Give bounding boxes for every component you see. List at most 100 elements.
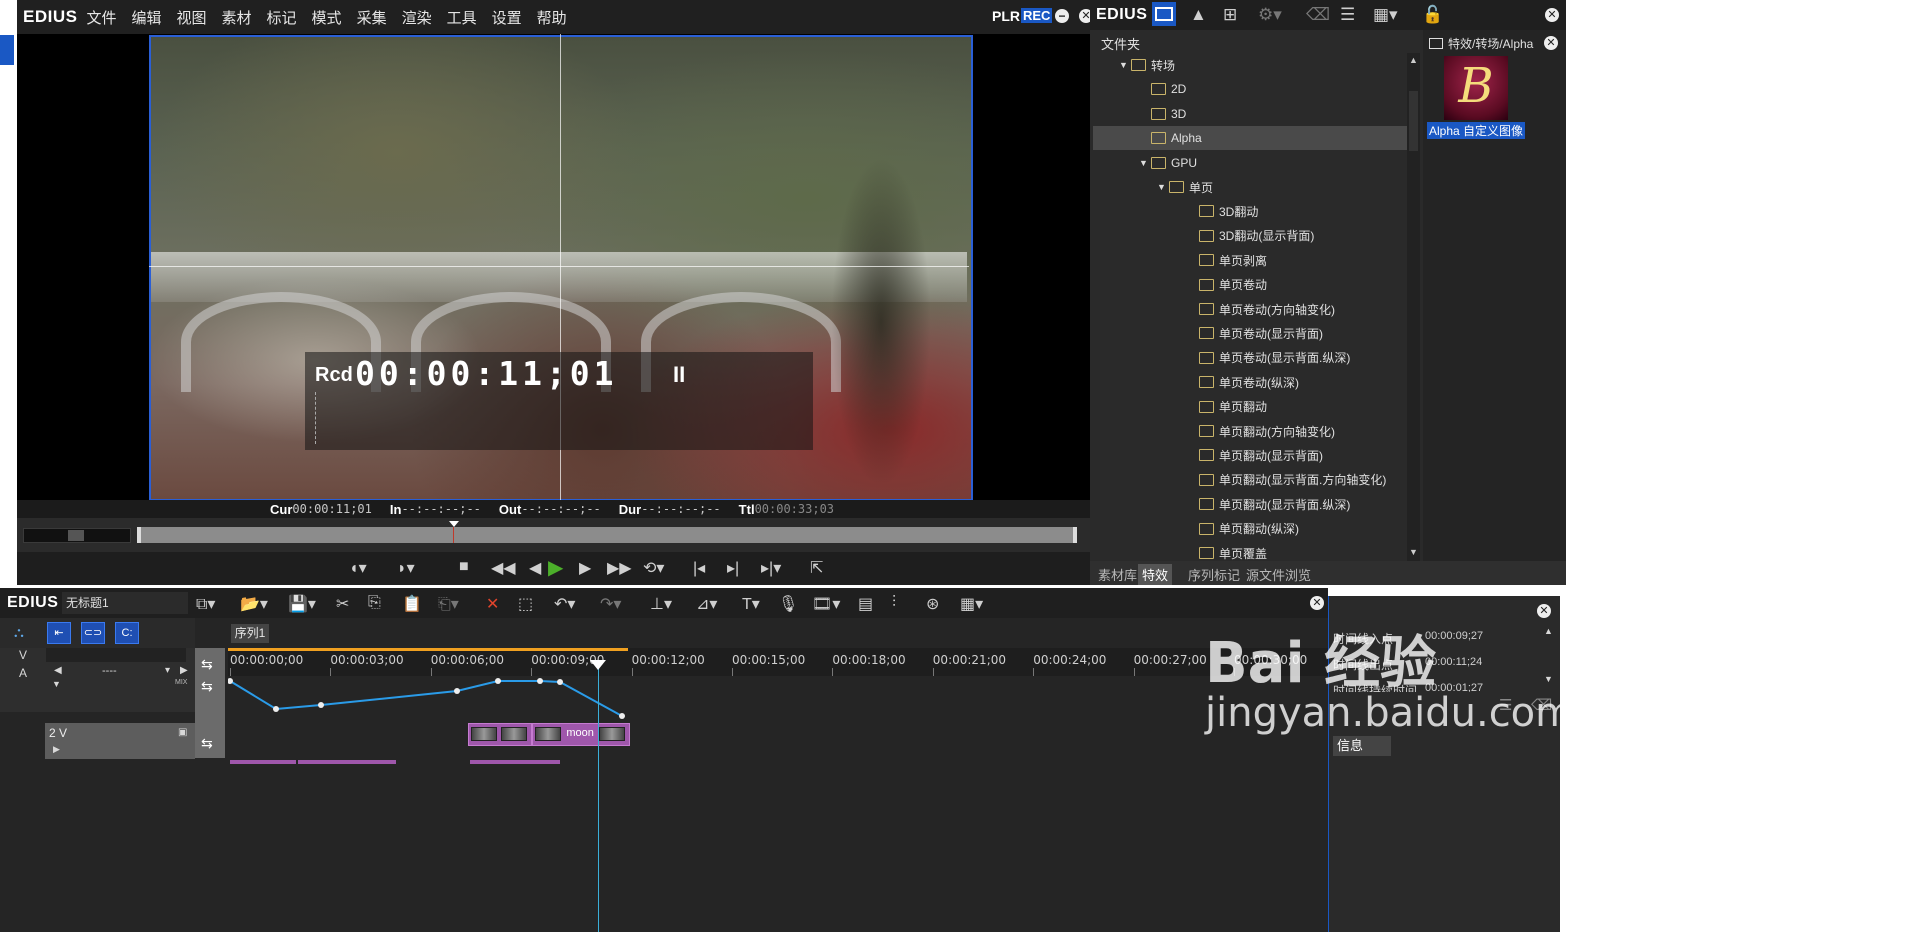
folder-view-icon[interactable] — [1152, 2, 1176, 26]
export-icon[interactable]: ⇱ — [810, 558, 823, 578]
new-sequence-icon[interactable]: ⧉▾ — [196, 594, 215, 614]
track-header-2v[interactable]: 2 V ▣ ▶ — [45, 723, 195, 759]
alpha-effect-caption[interactable]: Alpha 自定义图像 — [1427, 122, 1526, 139]
expand-arrow-icon[interactable]: ▼ — [1119, 60, 1131, 70]
trim-icon[interactable]: ⊿▾ — [696, 594, 717, 614]
stop-icon[interactable]: ■ — [459, 558, 469, 576]
tree-item[interactable]: 单页覆盖 — [1093, 541, 1407, 561]
open-project-icon[interactable]: 📂▾ — [240, 594, 268, 614]
tree-item[interactable]: 单页翻动 — [1093, 395, 1407, 419]
tree-item[interactable]: 单页卷动(方向轴变化) — [1093, 297, 1407, 321]
settings-icon[interactable]: ⚙▾ — [1258, 5, 1282, 25]
rewind-icon[interactable]: ◀◀ — [491, 558, 516, 578]
alpha-effect-thumbnail[interactable]: B — [1444, 56, 1508, 120]
tab-sequence-markers[interactable]: 序列标记 — [1184, 564, 1244, 585]
paste-attributes-icon[interactable]: ⎗▾ — [438, 594, 459, 614]
color-icon[interactable]: ⊛ — [926, 594, 939, 614]
timeline-close-icon[interactable]: ✕ — [1310, 596, 1324, 610]
redo-icon[interactable]: ↷▾ — [600, 594, 621, 614]
tree-item[interactable]: 2D — [1093, 77, 1407, 101]
copy-icon[interactable]: ⎘ — [368, 594, 381, 612]
ripple-mode-icon[interactable]: C: — [115, 622, 139, 644]
audio-mixer-icon[interactable]: ⫶ — [892, 594, 896, 612]
info-scroll-down-icon[interactable]: ▼ — [1544, 674, 1553, 684]
menu-settings[interactable]: 设置 — [492, 7, 522, 28]
menu-edit[interactable]: 编辑 — [131, 7, 161, 28]
keyframe-rubberband[interactable] — [228, 676, 628, 726]
scroll-down-icon[interactable]: ▼ — [1409, 547, 1418, 557]
v-patch-field[interactable] — [46, 648, 186, 662]
triangle-icon[interactable]: ▲ — [1190, 5, 1207, 25]
menu-view[interactable]: 视图 — [177, 7, 207, 28]
sync-mode-icon[interactable]: ⛬ — [14, 624, 24, 641]
pane-close-icon[interactable]: ✕ — [1544, 36, 1558, 50]
timeline-clip-moon[interactable]: moon — [532, 723, 630, 746]
undo-icon[interactable]: ↶▾ — [554, 594, 575, 614]
playhead-line[interactable] — [598, 660, 599, 932]
group-link-icon[interactable]: ⊂⊃ — [81, 622, 105, 644]
tree-scroll-thumb[interactable] — [1409, 91, 1418, 151]
info-close-icon[interactable]: ✕ — [1537, 604, 1551, 618]
menu-mode[interactable]: 模式 — [312, 7, 342, 28]
tree-item[interactable]: ▼ 单页 — [1093, 175, 1407, 199]
layout-icon[interactable]: ▦▾ — [960, 594, 983, 614]
menu-file[interactable]: 文件 — [86, 7, 116, 28]
timeline-clip[interactable] — [468, 723, 532, 746]
shuttle-slider[interactable] — [23, 528, 131, 543]
preview-monitor[interactable]: Rcd 00:00:11;01 II — [17, 34, 1090, 501]
lower-clip[interactable] — [470, 760, 560, 764]
paste-icon[interactable]: 📋 — [402, 594, 422, 614]
tree-item[interactable]: ▼ 转场 — [1093, 53, 1407, 77]
menu-clip[interactable]: 素材 — [222, 7, 252, 28]
tree-item[interactable]: 单页卷动(显示背面) — [1093, 321, 1407, 345]
lower-clip[interactable] — [298, 760, 396, 764]
tree-item[interactable]: 3D — [1093, 102, 1407, 126]
tree-item[interactable]: 单页剥离 — [1093, 248, 1407, 272]
grid-view-icon[interactable]: ▦▾ — [1373, 5, 1398, 25]
position-marker[interactable] — [449, 521, 459, 527]
lower-clip[interactable] — [230, 760, 296, 764]
save-project-icon[interactable]: 💾▾ — [288, 594, 316, 614]
loop-play-icon[interactable]: ⟲▾ — [643, 558, 664, 578]
tree-item[interactable]: 单页翻动(纵深) — [1093, 517, 1407, 541]
tree-item[interactable]: Alpha — [1093, 126, 1407, 151]
track-expand-icon[interactable]: ▶ — [53, 744, 60, 755]
step-back-icon[interactable]: ◀ — [529, 558, 541, 578]
delete-icon[interactable]: ⌫ — [1306, 5, 1330, 25]
menu-render[interactable]: 渲染 — [402, 7, 432, 28]
playhead-marker[interactable] — [590, 660, 606, 670]
a-next-icon[interactable]: ▶ — [180, 665, 188, 676]
set-out-icon[interactable]: ◗▾ — [397, 558, 415, 578]
a-prev-icon[interactable]: ◀ — [54, 665, 62, 676]
track-area[interactable] — [228, 676, 1328, 932]
tree-item[interactable]: 单页卷动(显示背面.纵深) — [1093, 346, 1407, 370]
menu-marker[interactable]: 标记 — [267, 7, 297, 28]
position-bar[interactable] — [137, 521, 1077, 543]
tree-scrollbar[interactable]: ▲ ▼ — [1407, 53, 1420, 561]
ripple-delete-icon[interactable]: ⬚ — [518, 594, 533, 614]
tree-item[interactable]: 单页翻动(显示背面) — [1093, 443, 1407, 467]
track-lock-icon[interactable]: ▣ — [178, 727, 187, 738]
tab-asset-bin[interactable]: 素材库 — [1094, 564, 1141, 585]
menu-capture[interactable]: 采集 — [357, 7, 387, 28]
shuttle-knob[interactable] — [68, 530, 84, 541]
step-forward-icon[interactable]: ▶ — [579, 558, 591, 578]
menu-help[interactable]: 帮助 — [537, 7, 567, 28]
keyframe-panel-icon[interactable]: ▤ — [858, 594, 873, 614]
previous-edit-icon[interactable]: |◂ — [693, 558, 705, 578]
fast-forward-icon[interactable]: ▶▶ — [607, 558, 632, 578]
list-view-icon[interactable]: ☰ — [1340, 5, 1355, 25]
expand-arrow-icon[interactable]: ▼ — [1139, 158, 1151, 168]
set-in-icon[interactable]: ◖▾ — [349, 558, 367, 578]
insert-mode-icon[interactable]: ⇤ — [47, 622, 71, 644]
plr-toggle[interactable]: PLR — [992, 8, 1020, 24]
time-ruler[interactable]: 00:00:00;00 00:00:03;00 00:00:06;00 00:00:0… — [228, 648, 1328, 676]
tree-item[interactable]: 单页翻动(显示背面.纵深) — [1093, 492, 1407, 516]
render-icon[interactable]: 🎞▾ — [812, 594, 840, 614]
delete-clip-icon[interactable]: ✕ — [486, 594, 499, 614]
tree-item[interactable]: 单页卷动 — [1093, 273, 1407, 297]
tree-item[interactable]: 单页翻动(显示背面.方向轴变化) — [1093, 468, 1407, 492]
tab-info[interactable]: 信息 — [1333, 736, 1391, 756]
menu-tools[interactable]: 工具 — [447, 7, 477, 28]
swap-icon[interactable]: ⇆ — [201, 656, 213, 673]
